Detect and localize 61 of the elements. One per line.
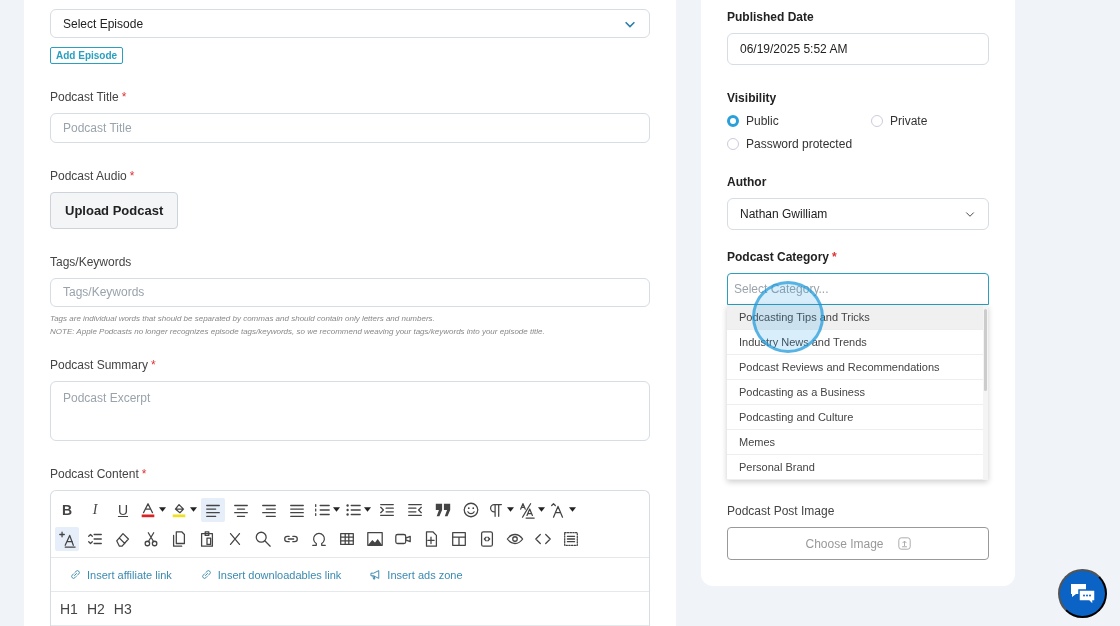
category-option[interactable]: Podcasting as a Business [727,380,983,405]
heading-button[interactable]: H3 [113,600,132,617]
radio-button[interactable] [727,115,739,127]
category-option[interactable]: Podcast Reviews and Recommendations [727,355,983,380]
caret-icon [569,507,576,512]
bold-button[interactable]: B [55,497,79,522]
text-script-icon [518,500,536,519]
text-format-icon [58,529,76,548]
caret-icon [333,507,340,512]
help-text: NOTE: Apple Podcasts no longer recognizes episode tags/keywords, so we recommend weaving your tags/keywords into your episode title. [50,325,546,338]
caret-icon [538,507,545,512]
category-option[interactable]: Personal Brand [727,455,983,480]
insert-link[interactable]: Insert ads zone [369,568,463,581]
author-select[interactable]: Nathan Gwilliam [727,198,989,230]
radio-option[interactable]: Private [871,114,989,128]
caret-icon [190,507,197,512]
link-icon [199,568,213,581]
caret-icon [159,507,166,512]
caret-icon [507,507,514,512]
chat-button[interactable] [1058,569,1107,618]
align-left-button[interactable] [201,497,225,522]
chat-bubbles-icon [1068,581,1097,606]
field-label: Podcast Post Image [727,504,836,518]
field-label: Tags/Keywords [50,254,133,269]
select-all-icon [562,529,580,548]
format-button[interactable] [55,526,79,551]
image-icon [366,529,384,548]
scrollbar[interactable] [983,305,988,480]
upload-icon [897,537,911,550]
insert-link[interactable]: Insert downloadables link [199,568,342,581]
insert-link[interactable]: Insert affiliate link [69,568,172,581]
smiley-icon [462,500,480,519]
heading-button[interactable]: H1 [60,600,78,617]
field-label: Podcast Category * [727,250,838,264]
field-label: Podcast Content * [50,467,148,481]
search-icon [254,529,272,548]
caret-icon [364,507,371,512]
episode-select[interactable]: Select Episode [50,9,650,39]
italic-button[interactable]: I [83,497,107,522]
field-label: Podcast Audio * [50,168,136,183]
font-color-icon [139,500,157,519]
field-label: Podcast Summary * [50,357,157,372]
copy-icon [170,529,188,548]
heading-button[interactable]: H2 [86,600,105,617]
field-label: Visibility [727,91,778,105]
date-input[interactable]: 06/19/2025 5:52 AM [727,33,989,65]
category-option[interactable]: Memes [727,430,983,455]
scissors-icon [142,529,160,548]
radio-option[interactable]: Public [727,114,871,128]
upload-podcast-button[interactable]: Upload Podcast [50,191,179,229]
category-option[interactable]: Podcasting and Culture [727,405,983,430]
radio-option[interactable]: Password protected [727,137,871,151]
help-text: Tags are individual words that should be separated by commas and should contain only letters and numbers. [50,312,436,325]
field-label: Podcast Title * [50,90,128,105]
code-file-icon [478,529,496,548]
field-label: Published Date [727,10,815,24]
layout-icon [450,529,468,548]
clipboard-icon [198,529,216,548]
field-label: Author [727,175,768,189]
underline-button[interactable]: U [111,497,135,522]
link-icon [69,568,82,581]
